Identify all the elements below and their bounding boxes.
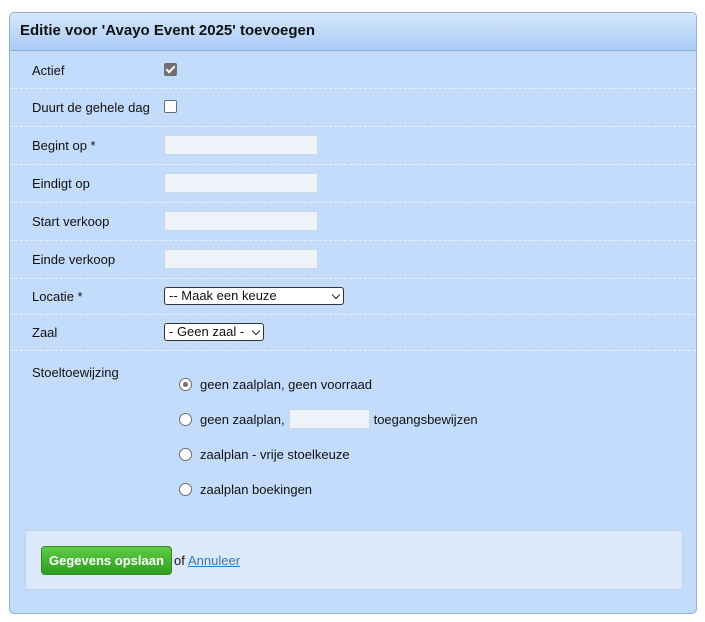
- row-hele-dag: Duurt de gehele dag: [10, 89, 696, 127]
- radio-geen-zaalplan-toegangsbewijzen[interactable]: [179, 412, 192, 426]
- zaal-label: Zaal: [32, 325, 58, 340]
- save-button[interactable]: Gegevens opslaan: [41, 546, 172, 575]
- row-actief: Actief: [10, 51, 696, 89]
- begint-op-input[interactable]: [164, 135, 318, 155]
- locatie-selected-value: -- Maak een keuze: [169, 288, 277, 303]
- option-geen-zaalplan-toegangsbewijzen[interactable]: geen zaalplan, toegangsbewijzen: [179, 409, 478, 429]
- cancel-link[interactable]: Annuleer: [188, 553, 240, 568]
- option-geen-zaalplan-geen-voorraad[interactable]: geen zaalplan, geen voorraad: [179, 377, 372, 392]
- locatie-select[interactable]: -- Maak een keuze: [164, 287, 344, 305]
- einde-verkoop-label: Einde verkoop: [32, 252, 116, 267]
- row-zaal: Zaal - Geen zaal -: [10, 315, 696, 351]
- hele-dag-checkbox[interactable]: [164, 100, 177, 116]
- option-suffix: toegangsbewijzen: [373, 411, 478, 427]
- row-eindigt-op: Eindigt op: [10, 165, 696, 203]
- option-label: zaalplan - vrije stoelkeuze: [200, 447, 350, 462]
- footer-separator: of: [174, 553, 185, 568]
- zaal-select[interactable]: - Geen zaal -: [164, 323, 264, 341]
- actief-checkbox[interactable]: [164, 63, 177, 79]
- row-locatie: Locatie * -- Maak een keuze: [10, 279, 696, 315]
- toegangsbewijzen-input[interactable]: [288, 409, 370, 429]
- radio-zaalplan-vrije-stoelkeuze[interactable]: [179, 448, 192, 461]
- stoeltoewijzing-section: Stoeltoewijzing geen zaalplan, geen voor…: [10, 351, 696, 501]
- option-label: zaalplan boekingen: [200, 482, 313, 497]
- locatie-label: Locatie *: [32, 289, 83, 304]
- option-zaalplan-vrije-stoelkeuze[interactable]: zaalplan - vrije stoelkeuze: [179, 447, 350, 462]
- eindigt-op-label: Eindigt op: [32, 176, 90, 191]
- row-start-verkoop: Start verkoop: [10, 203, 696, 241]
- option-label: geen zaalplan, geen voorraad: [200, 377, 373, 392]
- edition-form-panel: Editie voor 'Avayo Event 2025' toevoegen…: [9, 12, 697, 614]
- start-verkoop-label: Start verkoop: [32, 214, 110, 229]
- eindigt-op-input[interactable]: [164, 173, 318, 193]
- start-verkoop-input[interactable]: [164, 211, 318, 231]
- option-zaalplan-boekingen[interactable]: zaalplan boekingen: [179, 482, 312, 497]
- row-einde-verkoop: Einde verkoop: [10, 241, 696, 279]
- form-title: Editie voor 'Avayo Event 2025' toevoegen: [10, 13, 696, 51]
- row-begint-op: Begint op *: [10, 127, 696, 165]
- zaal-selected-value: - Geen zaal -: [169, 324, 245, 339]
- hele-dag-label: Duurt de gehele dag: [32, 100, 150, 115]
- radio-zaalplan-boekingen[interactable]: [179, 483, 192, 496]
- begint-op-label: Begint op *: [32, 138, 96, 153]
- option-label: geen zaalplan,: [200, 411, 285, 427]
- actief-label: Actief: [32, 63, 65, 78]
- chevron-down-icon: [331, 290, 341, 300]
- einde-verkoop-input[interactable]: [164, 249, 318, 269]
- radio-geen-zaalplan-geen-voorraad[interactable]: [179, 378, 192, 391]
- stoeltoewijzing-label: Stoeltoewijzing: [32, 365, 119, 380]
- form-footer: Gegevens opslaan of Annuleer: [25, 530, 683, 590]
- chevron-down-icon: [251, 326, 261, 336]
